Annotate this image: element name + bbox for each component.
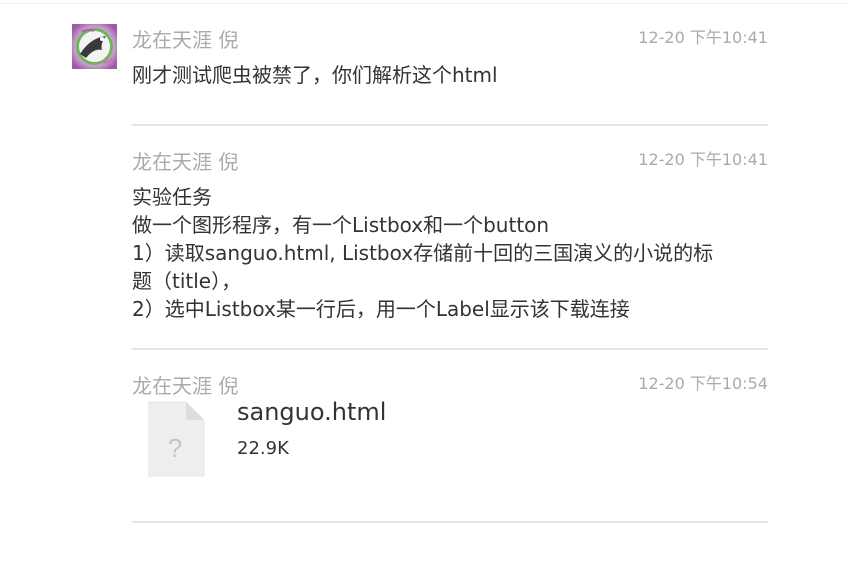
message-divider [132, 124, 768, 126]
avatar-icon [72, 24, 117, 69]
message-text-line: 实验任务 [132, 185, 212, 209]
top-border [0, 3, 848, 4]
file-icon-glyph: ? [168, 433, 182, 463]
sender-avatar[interactable] [72, 24, 117, 69]
unknown-file-icon[interactable]: ? [146, 399, 206, 479]
message-text-line: 1）读取sanguo.html, Listbox存储前十回的三国演义的小说的标 [132, 241, 714, 265]
file-icon-graphic: ? [148, 401, 205, 477]
chat-message: 龙在天涯 倪 12-20 下午10:54 ? sanguo.html 22.9K [132, 373, 768, 503]
file-size: 22.9K [237, 438, 289, 459]
chat-message: 龙在天涯 倪 12-20 下午10:41 实验任务 做一个图形程序，有一个Lis… [132, 149, 768, 329]
file-name[interactable]: sanguo.html [237, 397, 386, 427]
message-divider [132, 348, 768, 350]
sender-name[interactable]: 龙在天涯 倪 [132, 27, 238, 53]
message-timestamp: 12-20 下午10:41 [638, 28, 768, 47]
message-body: 刚才测试爬虫被禁了，你们解析这个html [132, 61, 498, 89]
chat-page: 龙在天涯 倪 12-20 下午10:41 刚才测试爬虫被禁了，你们解析这个htm… [0, 0, 848, 574]
sender-name[interactable]: 龙在天涯 倪 [132, 149, 238, 175]
message-text-line: 2）选中Listbox某一行后，用一个Label显示该下载连接 [132, 297, 630, 321]
message-text: 刚才测试爬虫被禁了，你们解析这个html [132, 63, 498, 87]
chat-message: 龙在天涯 倪 12-20 下午10:41 刚才测试爬虫被禁了，你们解析这个htm… [132, 27, 768, 97]
message-body: 实验任务 做一个图形程序，有一个Listbox和一个button 1）读取san… [132, 183, 713, 323]
message-timestamp: 12-20 下午10:41 [638, 150, 768, 169]
message-text-line: 做一个图形程序，有一个Listbox和一个button [132, 213, 550, 237]
message-text-line: 题（title）， [132, 269, 242, 293]
message-divider [132, 521, 768, 523]
message-timestamp: 12-20 下午10:54 [638, 374, 768, 393]
sender-name[interactable]: 龙在天涯 倪 [132, 373, 238, 399]
